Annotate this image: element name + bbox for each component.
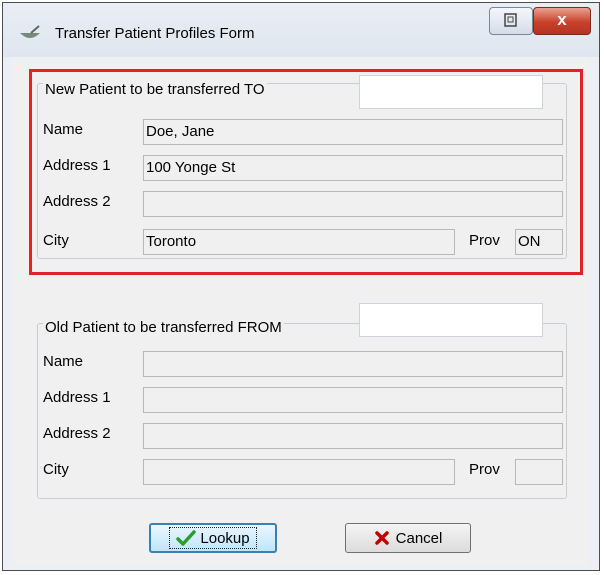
highlight-frame xyxy=(29,69,583,275)
old-address1-label: Address 1 xyxy=(43,389,111,406)
cancel-button[interactable]: Cancel xyxy=(345,523,471,553)
close-icon: x xyxy=(557,10,567,29)
old-name-label: Name xyxy=(43,353,84,370)
old-name-field[interactable] xyxy=(143,351,563,377)
old-address2-field[interactable] xyxy=(143,423,563,449)
lookup-button-focus: Lookup xyxy=(169,527,257,549)
transfer-window: Transfer Patient Profiles Form x New Pat… xyxy=(2,2,600,571)
old-prov-field[interactable] xyxy=(515,459,563,485)
lookup-button[interactable]: Lookup xyxy=(149,523,277,553)
close-button[interactable]: x xyxy=(533,7,591,35)
title-bar[interactable]: Transfer Patient Profiles Form x xyxy=(3,3,599,57)
old-patient-id-input[interactable] xyxy=(359,303,543,337)
old-patient-legend: Old Patient to be transferred FROM xyxy=(43,319,284,336)
x-icon xyxy=(374,531,389,545)
restore-button[interactable] xyxy=(489,7,533,35)
mortar-pestle-icon xyxy=(20,25,40,38)
form-client-area: New Patient to be transferred TO Name Do… xyxy=(13,57,589,566)
restore-icon xyxy=(504,13,517,27)
old-address1-field[interactable] xyxy=(143,387,563,413)
checkmark-icon xyxy=(176,530,197,546)
old-prov-label: Prov xyxy=(469,461,500,478)
cancel-label: Cancel xyxy=(395,529,443,547)
lookup-label: Lookup xyxy=(200,529,250,547)
old-city-label: City xyxy=(43,461,69,478)
old-city-field[interactable] xyxy=(143,459,455,485)
old-address2-label: Address 2 xyxy=(43,425,111,442)
window-title: Transfer Patient Profiles Form xyxy=(55,25,255,42)
